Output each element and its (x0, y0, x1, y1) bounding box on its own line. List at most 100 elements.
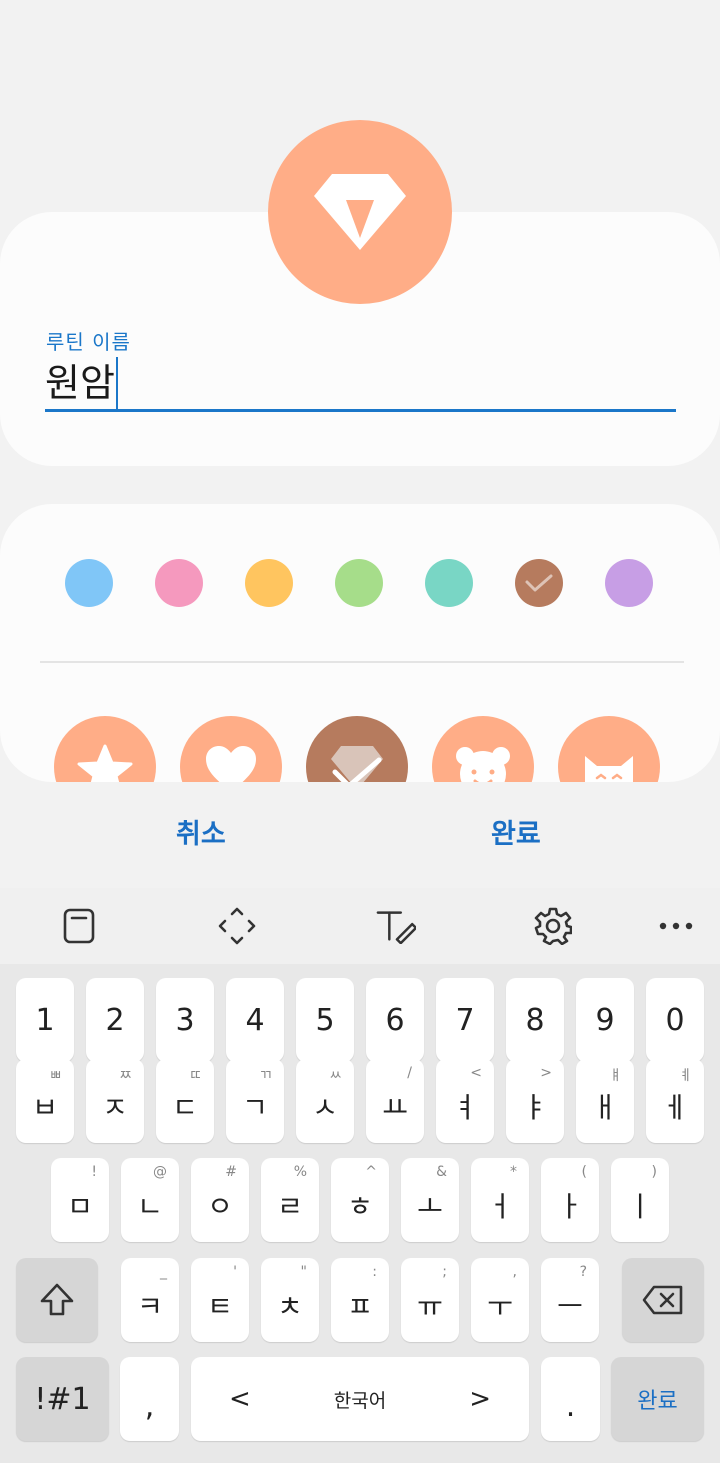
key-label: ㅗ (417, 1190, 443, 1223)
key-label: ㄹ (277, 1190, 303, 1223)
cursor-left-arrow[interactable]: < (229, 1384, 251, 1414)
period-key-label: . (565, 1388, 576, 1424)
key-label: ㅠ (417, 1290, 443, 1323)
color-swatch-5[interactable] (425, 559, 473, 607)
key-9[interactable]: 9 (576, 978, 634, 1062)
key-hint: * (510, 1164, 517, 1180)
backspace-key[interactable] (622, 1258, 704, 1342)
key-row3-2[interactable]: ' ㅌ (191, 1258, 249, 1342)
key-row3-7[interactable]: ? ㅡ (541, 1258, 599, 1342)
key-hint: ㅆ (329, 1068, 342, 1084)
gear-icon[interactable] (533, 906, 573, 946)
key-label: ㅜ (487, 1290, 513, 1323)
cursor-move-icon[interactable] (217, 906, 257, 946)
key-hint: < (470, 1065, 482, 1081)
key-label: 8 (525, 1002, 545, 1038)
key-hint: ^ (365, 1164, 377, 1180)
icon-option-cat[interactable] (558, 716, 660, 782)
key-row2-8[interactable]: (ㅏ (541, 1158, 599, 1242)
key-label: ㅊ (277, 1290, 303, 1323)
key-row3-5[interactable]: ; ㅠ (401, 1258, 459, 1342)
key-hint: ㅉ (119, 1068, 132, 1084)
color-swatch-1[interactable] (65, 559, 113, 607)
key-0[interactable]: 0 (646, 978, 704, 1062)
key-label: ㄴ (137, 1190, 163, 1223)
more-icon[interactable] (656, 906, 696, 946)
routine-name-label: 루틴 이름 (46, 330, 131, 354)
key-row1-5[interactable]: ㅆㅅ (296, 1059, 354, 1143)
key-row2-3[interactable]: # ㅇ (191, 1158, 249, 1242)
color-swatch-4[interactable] (335, 559, 383, 607)
enter-key[interactable]: 완료 (611, 1357, 704, 1441)
key-hint: # (225, 1164, 237, 1180)
key-5[interactable]: 5 (296, 978, 354, 1062)
key-row2-9[interactable]: ) ㅣ (611, 1158, 669, 1242)
key-row1-7[interactable]: < ㅕ (436, 1059, 494, 1143)
key-label: ㅈ (102, 1091, 128, 1124)
key-row1-10[interactable]: ㅖㅔ (646, 1059, 704, 1143)
key-row2-4[interactable]: % ㄹ (261, 1158, 319, 1242)
heart-icon (206, 746, 256, 782)
key-row1-4[interactable]: ㄲㄱ (226, 1059, 284, 1143)
selected-routine-icon[interactable] (268, 120, 452, 304)
key-8[interactable]: 8 (506, 978, 564, 1062)
key-row2-7[interactable]: * ㅓ (471, 1158, 529, 1242)
key-label: ㅍ (347, 1290, 373, 1323)
bear-icon (456, 747, 510, 782)
key-hint: _ (160, 1264, 167, 1280)
icon-option-diamond-selected[interactable] (306, 716, 408, 782)
key-label: ㅇ (207, 1190, 233, 1223)
key-row1-1[interactable]: ㅃㅂ (16, 1059, 74, 1143)
cancel-button[interactable]: 취소 (176, 812, 226, 851)
shift-key[interactable] (16, 1258, 98, 1342)
comma-key[interactable]: , (120, 1357, 179, 1441)
color-swatch-6[interactable] (515, 559, 563, 607)
key-hint: ) (651, 1164, 657, 1180)
color-swatch-2[interactable] (155, 559, 203, 607)
key-7[interactable]: 7 (436, 978, 494, 1062)
icon-option-bear[interactable] (432, 716, 534, 782)
key-row3-3[interactable]: " ㅊ (261, 1258, 319, 1342)
symbols-key-label: !#1 (34, 1381, 91, 1417)
key-hint: ㄲ (259, 1068, 272, 1084)
key-row1-6[interactable]: / ㅛ (366, 1059, 424, 1143)
key-row3-6[interactable]: ,ㅜ (471, 1258, 529, 1342)
cursor-right-arrow[interactable]: > (469, 1384, 491, 1414)
comma-key-label: , (144, 1388, 155, 1424)
space-key[interactable]: < 한국어 > (191, 1357, 529, 1441)
cat-icon (585, 756, 633, 782)
key-row3-4[interactable]: :ㅍ (331, 1258, 389, 1342)
key-6[interactable]: 6 (366, 978, 424, 1062)
key-row1-2[interactable]: ㅉㅈ (86, 1059, 144, 1143)
key-hint: / (407, 1065, 412, 1081)
key-row1-9[interactable]: ㅒㅐ (576, 1059, 634, 1143)
key-label: 6 (385, 1002, 405, 1038)
key-4[interactable]: 4 (226, 978, 284, 1062)
icon-option-heart[interactable] (180, 716, 282, 782)
key-row3-1[interactable]: _ ㅋ (121, 1258, 179, 1342)
color-swatch-7[interactable] (605, 559, 653, 607)
done-button[interactable]: 완료 (491, 812, 541, 851)
diamond-icon (314, 174, 406, 250)
key-row2-2[interactable]: @ ㄴ (121, 1158, 179, 1242)
clipboard-icon[interactable] (59, 906, 99, 946)
key-row2-1[interactable]: ! ㅁ (51, 1158, 109, 1242)
key-row1-8[interactable]: > ㅑ (506, 1059, 564, 1143)
handwriting-icon[interactable] (376, 906, 416, 946)
icon-option-star[interactable] (54, 716, 156, 782)
key-label: ㅕ (452, 1091, 478, 1124)
symbols-key[interactable]: !#1 (16, 1357, 109, 1441)
key-2[interactable]: 2 (86, 978, 144, 1062)
period-key[interactable]: . (541, 1357, 600, 1441)
key-row2-6[interactable]: & ㅗ (401, 1158, 459, 1242)
key-label: ㅑ (522, 1091, 548, 1124)
routine-name-input[interactable]: 원암 (45, 357, 118, 409)
key-label: ㅔ (662, 1091, 688, 1124)
key-hint: ㄸ (189, 1068, 202, 1084)
key-row2-5[interactable]: ^ ㅎ (331, 1158, 389, 1242)
key-3[interactable]: 3 (156, 978, 214, 1062)
color-swatch-3[interactable] (245, 559, 293, 607)
key-row1-3[interactable]: ㄸㄷ (156, 1059, 214, 1143)
key-1[interactable]: 1 (16, 978, 74, 1062)
keyboard-toolbar (0, 888, 720, 964)
